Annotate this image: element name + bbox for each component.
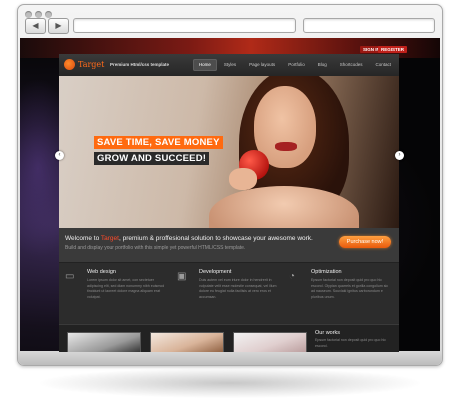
work-thumbnail[interactable] [233,332,307,352]
hero-photo-mouth [275,142,297,151]
browser-window: ◀ ▶ SIGN IN REGISTER Target Premium Html… [17,4,443,366]
browser-shadow [40,368,420,398]
welcome-suffix: , premium & proffesional solution to sho… [118,235,313,242]
our-works-title: Our works [315,330,341,336]
feature-text: Duis autem vel eum iriure dolor in hendr… [199,278,277,299]
hero-photo-hand [229,168,257,190]
site-tagline: Premium Html/css template [110,62,170,67]
window-dot-minimize[interactable] [35,11,42,18]
chevron-left-icon: ‹ [58,152,61,158]
welcome-prefix: Welcome to [65,235,101,242]
site-header: Target Premium Html/css template Home St… [59,54,399,76]
hero-headline-1: SAVE TIME, SAVE MONEY [94,136,223,149]
features-section: ▭ Web design Lorem ipsum dolor sit amet,… [59,263,399,323]
back-button[interactable]: ◀ [25,18,46,34]
window-dot-close[interactable] [25,11,32,18]
hero-slider: SAVE TIME, SAVE MONEY GROW AND SUCCEED! [59,76,399,228]
hero-headline-2: GROW AND SUCCEED! [94,152,210,165]
gauge-icon: ◔ [289,271,296,282]
feature-title[interactable]: Development [199,269,231,275]
register-link[interactable]: REGISTER [378,46,408,53]
menu-item-contact[interactable]: Contact [369,59,397,71]
menu-item-styles[interactable]: Styles [218,59,242,71]
welcome-subtext: Build and display your portfolio with th… [65,245,246,251]
website: Target Premium Html/css template Home St… [59,54,399,352]
purchase-button[interactable]: Purchase now! [339,236,391,248]
feature-text: Epsum factorial non deposit quid pro quo… [311,278,389,299]
feature-title[interactable]: Web design [87,269,116,275]
our-works-section: Our works Epsum factorial non deposit qu… [59,324,399,352]
code-icon: ▣ [177,271,187,282]
menu-item-blog[interactable]: Blog [312,59,333,71]
chevron-right-icon: › [398,152,401,158]
slider-next-button[interactable]: › [395,151,404,160]
forward-button[interactable]: ▶ [48,18,69,34]
browser-bottom-bar [18,351,442,365]
our-works-text: Epsum factorial non deposit quid pro quo… [315,338,386,348]
target-logo-icon[interactable] [64,59,75,70]
main-menu: Home Styles Page layouts Portfolio Blog … [192,59,397,71]
menu-item-shortcodes[interactable]: Shortcodes [334,59,369,71]
work-thumbnail[interactable] [150,332,224,352]
forward-arrow-icon: ▶ [55,21,62,30]
monitor-icon: ▭ [65,271,75,282]
menu-item-portfolio[interactable]: Portfolio [282,59,311,71]
menu-item-page-layouts[interactable]: Page layouts [243,59,281,71]
back-arrow-icon: ◀ [32,21,39,30]
address-bar[interactable] [73,18,296,33]
welcome-brand: Target [100,235,119,242]
search-bar[interactable] [303,18,435,33]
site-logo[interactable]: Target [78,60,104,69]
browser-viewport: SIGN IN REGISTER Target Premium Html/css… [20,38,440,352]
feature-title[interactable]: Optimization [311,269,342,275]
welcome-bar: Welcome to Target, premium & proffesiona… [59,228,399,263]
work-thumbnail[interactable] [67,332,141,352]
welcome-text: Welcome to Target, premium & proffesiona… [65,235,313,242]
window-dot-maximize[interactable] [45,11,52,18]
feature-text: Lorem ipsum dolor sit amet, con sectetue… [87,278,165,299]
menu-item-home[interactable]: Home [192,59,217,71]
slider-prev-button[interactable]: ‹ [55,151,64,160]
